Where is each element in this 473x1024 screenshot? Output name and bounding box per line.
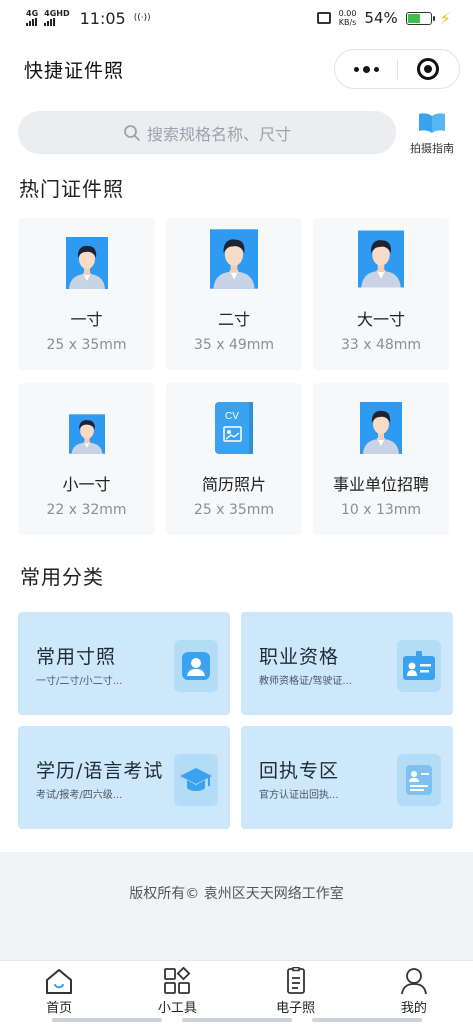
photo-spec-card[interactable]: CV 简历照片 25 x 35mm	[166, 383, 302, 535]
spec-name: 小一寸	[62, 475, 111, 494]
spec-size: 25 x 35mm	[46, 337, 127, 353]
photo-spec-card[interactable]: 小一寸 22 x 32mm	[18, 383, 155, 535]
id-badge-icon	[397, 640, 441, 692]
spec-name: 简历照片	[201, 475, 266, 494]
network-type-2: 4GHD	[44, 9, 70, 18]
user-card-icon	[174, 640, 218, 692]
spec-name: 一寸	[70, 310, 103, 329]
spec-size: 10 x 13mm	[340, 502, 422, 518]
spec-name: 大一寸	[356, 310, 405, 329]
hotspot-icon: ((·))	[133, 13, 151, 23]
more-button[interactable]	[335, 65, 397, 73]
tab-label: 首页	[46, 1001, 73, 1016]
close-icon	[417, 58, 440, 80]
mini-program-capsule	[334, 49, 460, 89]
category-card-professional[interactable]: 职业资格 教师资格证/驾驶证...	[241, 612, 453, 715]
hot-section-title: 热门证件照	[19, 177, 124, 201]
signal-icon	[44, 18, 56, 26]
network-speed: 0.00 KB/s	[339, 9, 357, 27]
search-icon	[124, 124, 140, 141]
clock: 11:05	[79, 8, 126, 28]
spec-size: 35 x 49mm	[193, 337, 275, 353]
spec-name: 事业单位招聘	[332, 475, 429, 494]
tab-label: 电子照	[276, 1001, 316, 1016]
network-type-1: 4G	[26, 9, 39, 18]
home-icon	[46, 969, 73, 994]
search-input[interactable]: 搜索规格名称、尺寸	[18, 111, 396, 154]
portrait-icon	[68, 414, 105, 458]
category-grid: 常用寸照 一寸/二寸/小二寸... 职业资格 教师资格证/驾驶证... 学历/语…	[18, 612, 454, 829]
photo-spec-card[interactable]: 一寸 25 x 35mm	[18, 218, 155, 370]
spec-size: 22 x 32mm	[46, 502, 127, 518]
category-title: 回执专区	[259, 760, 340, 782]
hot-photo-grid: 一寸 25 x 35mm 二寸 35 x 49mm 大一寸 33 x 48mm …	[18, 218, 449, 535]
search-placeholder: 搜索规格名称、尺寸	[146, 124, 291, 144]
user-icon	[400, 968, 427, 995]
tab-mine[interactable]: 我的	[355, 961, 473, 1024]
book-icon	[419, 113, 445, 133]
charging-icon: ⚡	[439, 8, 451, 28]
category-card-receipt[interactable]: 回执专区 官方认证出回执...	[241, 726, 453, 829]
tab-label: 我的	[400, 1001, 427, 1016]
footer: 版权所有© 袁州区天天网络工作室	[0, 852, 473, 960]
category-title: 常用寸照	[36, 646, 117, 668]
svg-text:CV: CV	[225, 411, 239, 422]
battery-icon	[405, 11, 435, 25]
spec-name: 二寸	[217, 310, 250, 329]
shooting-guide-button[interactable]: 拍摄指南	[402, 112, 462, 156]
photo-spec-card[interactable]: 大一寸 33 x 48mm	[313, 218, 449, 370]
photo-spec-card[interactable]: 事业单位招聘 10 x 13mm	[313, 383, 449, 535]
tab-home[interactable]: 首页	[0, 961, 118, 1024]
home-indicator-segment	[182, 1018, 292, 1022]
category-subtitle: 教师资格证/驾驶证...	[259, 676, 352, 687]
category-title: 职业资格	[259, 646, 340, 668]
photo-spec-card[interactable]: 二寸 35 x 49mm	[166, 218, 302, 370]
document-icon	[286, 967, 305, 994]
vibrate-icon	[316, 12, 331, 24]
category-card-common-size[interactable]: 常用寸照 一寸/二寸/小二寸...	[18, 612, 230, 715]
signal-icon	[26, 18, 37, 26]
portrait-icon	[65, 237, 108, 293]
tab-tools[interactable]: 小工具	[118, 961, 236, 1024]
tab-bar: 首页 小工具 电子照 我的	[0, 960, 473, 1024]
portrait-icon	[360, 402, 402, 458]
portrait-icon	[210, 229, 258, 293]
category-card-education[interactable]: 学历/语言考试 考试/报考/四六级...	[18, 726, 230, 829]
receipt-document-icon	[397, 754, 441, 806]
category-subtitle: 考试/报考/四六级...	[36, 790, 123, 801]
tab-e-photo[interactable]: 电子照	[237, 961, 355, 1024]
signal-2: 4GHD	[44, 9, 70, 26]
close-button[interactable]	[398, 58, 459, 80]
category-title: 学历/语言考试	[36, 760, 164, 782]
speed-unit: KB/s	[338, 18, 357, 27]
tab-label: 小工具	[157, 1001, 197, 1016]
page-title: 快捷证件照	[24, 60, 125, 82]
battery-percent: 54%	[364, 9, 398, 27]
spec-size: 25 x 35mm	[193, 502, 275, 518]
home-indicator-segment	[52, 1018, 162, 1022]
copyright-text: 版权所有© 袁州区天天网络工作室	[129, 886, 344, 902]
spec-size: 33 x 48mm	[340, 337, 422, 353]
category-section-title: 常用分类	[20, 565, 104, 589]
signal-1: 4G	[26, 10, 38, 26]
status-bar: 4G 4GHD 11:05 ((·)) 0.00 KB/s 54% ⚡	[0, 0, 473, 36]
nav-bar: 快捷证件照	[0, 44, 473, 94]
tools-grid-icon	[164, 967, 191, 994]
portrait-icon	[358, 229, 404, 293]
resume-cv-icon: CV	[215, 402, 253, 458]
shooting-guide-label: 拍摄指南	[410, 142, 454, 155]
graduation-cap-icon	[174, 754, 218, 806]
speed-value: 0.00	[338, 9, 357, 18]
category-subtitle: 官方认证出回执...	[259, 790, 339, 801]
home-indicator-segment	[312, 1018, 422, 1022]
category-subtitle: 一寸/二寸/小二寸...	[36, 676, 123, 687]
